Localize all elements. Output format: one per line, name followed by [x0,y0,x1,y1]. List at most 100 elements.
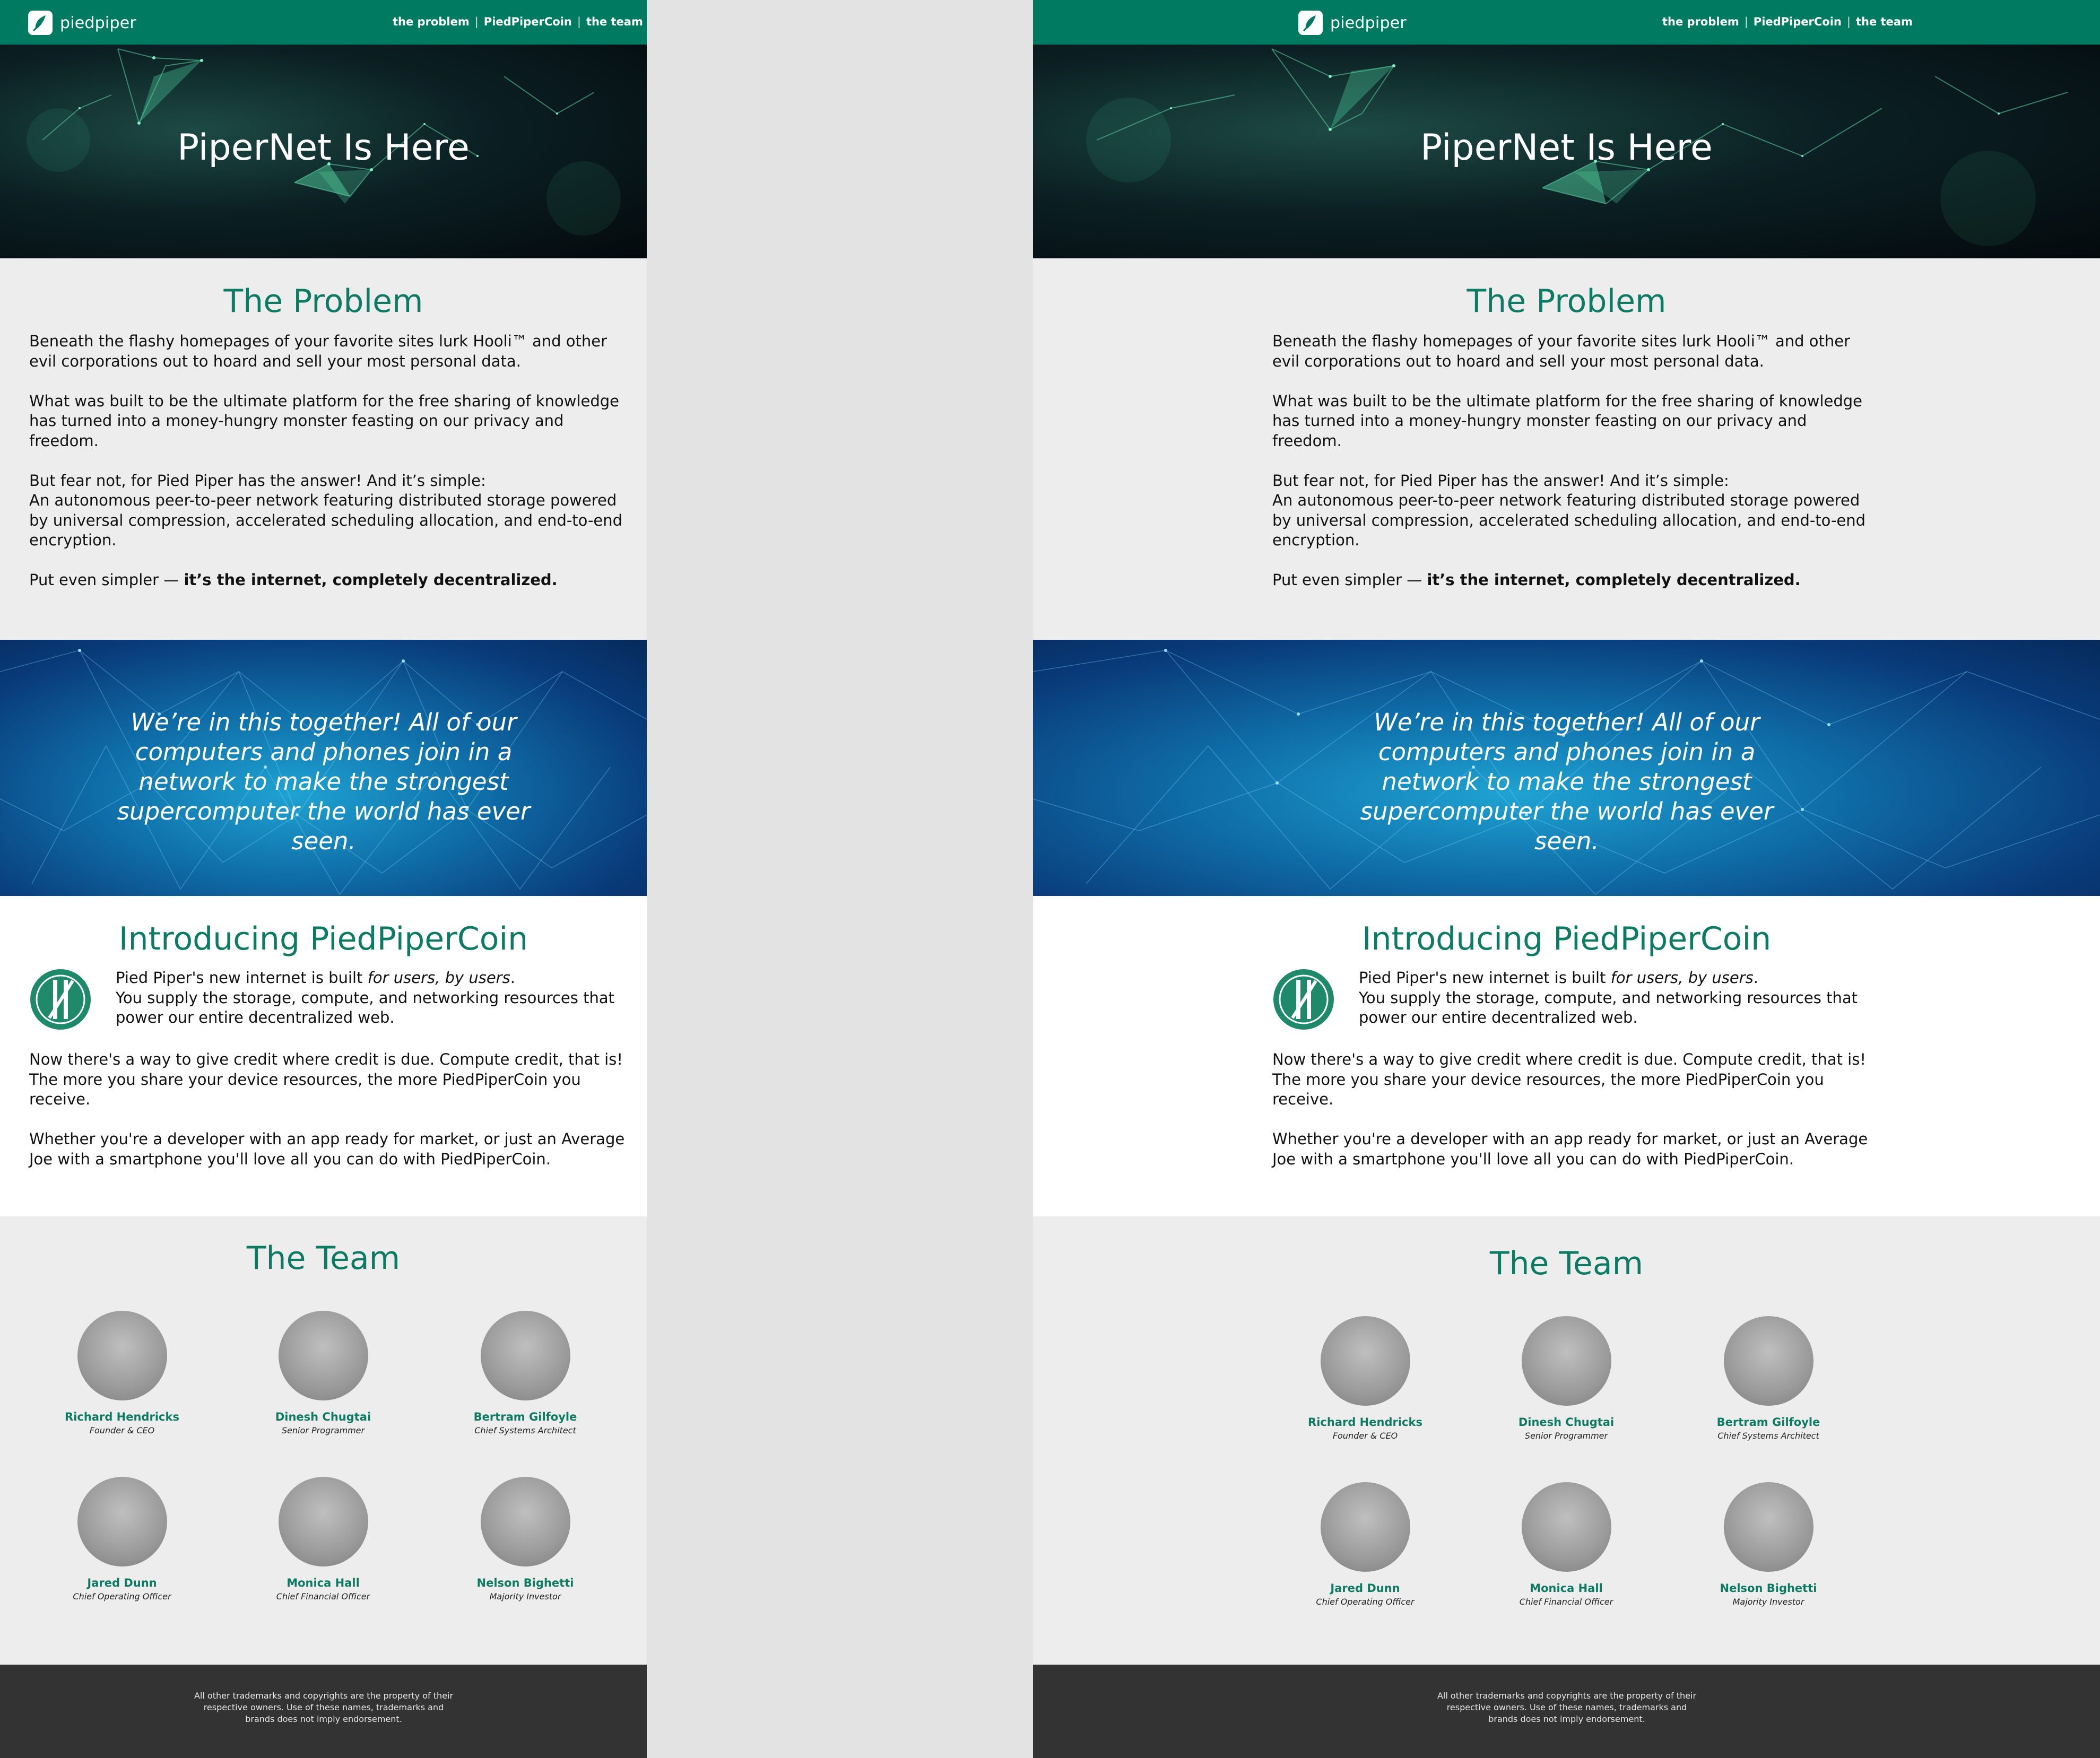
navbar: piedpiper the problem | PiedPiperCoin | … [0,0,647,45]
problem-paragraph: What was built to be the ultimate platfo… [1272,391,1862,450]
member-name: Dinesh Chugtai [1518,1416,1615,1429]
member-name: Jared Dunn [87,1577,157,1589]
coin-intro-suffix: . [1753,969,1758,987]
nav-link-problem[interactable]: the problem [393,15,470,28]
team-heading: The Team [1489,1245,1644,1282]
footer: All other trademarks and copyrights are … [0,1665,647,1758]
hero-banner: PiperNet Is Here [1033,45,2100,258]
member-role: Chief Systems Architect [474,1425,576,1435]
nav-link-coin[interactable]: PiedPiperCoin [484,15,572,28]
coin-intro-prefix: Pied Piper's new internet is built [116,969,368,987]
problem-answer-line: But fear not, for Pied Piper has the ans… [1272,471,1729,490]
avatar [278,1311,368,1400]
avatar [1723,1316,1813,1406]
coin-paragraph: Now there's a way to give credit where c… [29,1050,623,1108]
problem-paragraph: Beneath the flashy homepages of your fav… [1272,332,1851,370]
team-member-card: Dinesh Chugtai Senior Programmer [1487,1316,1646,1442]
team-member-card: Dinesh Chugtai Senior Programmer [244,1311,403,1437]
piedpiper-logo-icon [28,11,53,35]
problem-paragraph: Beneath the flashy homepages of your fav… [29,332,608,370]
nav-separator: | [577,15,581,28]
nav-link-team[interactable]: the team [586,15,643,28]
page-preview-left: piedpiper the problem | PiedPiperCoin | … [0,0,647,1758]
member-name: Richard Hendricks [1308,1416,1422,1429]
nav-separator: | [1846,15,1851,28]
team-member-card: Jared Dunn Chief Operating Officer [1286,1482,1445,1608]
member-name: Monica Hall [287,1577,360,1589]
quote-text: We’re in this together! All of our compu… [117,708,531,855]
member-role: Chief Financial Officer [1519,1597,1613,1607]
brand-logo[interactable]: piedpiper [28,11,136,35]
coin-body: Now there's a way to give credit where c… [1272,1050,1869,1169]
nav-link-coin[interactable]: PiedPiperCoin [1754,15,1842,28]
hero-title: PiperNet Is Here [1420,127,1713,169]
nav-links: the problem | PiedPiperCoin | the team [393,15,643,28]
team-section: The Team Richard Hendricks Founder & CEO… [0,1216,647,1665]
coin-paragraph: Whether you're a developer with an app r… [1272,1130,1868,1168]
coin-heading: Introducing PiedPiperCoin [118,920,528,958]
problem-section: The Problem Beneath the flashy homepages… [0,258,647,640]
team-member-card: Monica Hall Chief Financial Officer [1487,1482,1646,1608]
piedpipercoin-icon [30,969,91,1030]
avatar [1521,1316,1611,1406]
team-member-card: Richard Hendricks Founder & CEO [1286,1316,1445,1442]
member-name: Dinesh Chugtai [275,1411,371,1423]
avatar [278,1477,368,1566]
problem-simpler-bold: it’s the internet, completely decentrali… [1427,571,1801,589]
problem-answer-detail: An autonomous peer-to-peer network featu… [29,491,623,549]
problem-paragraph: But fear not, for Pied Piper has the ans… [29,471,626,551]
member-role: Founder & CEO [1332,1431,1398,1441]
brand-name: piedpiper [1330,13,1407,32]
team-member-card: Bertram Gilfoyle Chief Systems Architect [446,1311,605,1437]
team-member-card: Richard Hendricks Founder & CEO [42,1311,202,1437]
member-name: Richard Hendricks [65,1411,179,1423]
avatar [77,1311,167,1400]
nav-link-team[interactable]: the team [1856,15,1913,28]
team-member-card: Monica Hall Chief Financial Officer [244,1477,403,1603]
quote-banner: We’re in this together! All of our compu… [0,640,647,896]
team-member-card: Nelson Bighetti Majority Investor [1689,1482,1848,1608]
member-role: Senior Programmer [281,1425,365,1435]
coin-intro-prefix: Pied Piper's new internet is built [1359,969,1611,987]
avatar [1320,1316,1410,1406]
piedpipercoin-icon [1273,969,1334,1030]
nav-links: the problem | PiedPiperCoin | the team [1662,15,1913,28]
hero-title: PiperNet Is Here [177,127,470,169]
coin-intro-italic: for users, by users [1610,969,1754,987]
problem-paragraph: Put even simpler — it’s the internet, co… [29,570,626,590]
coin-section: Introducing PiedPiperCoin Pied Piper's n… [1033,896,2100,1216]
member-role: Chief Operating Officer [73,1591,171,1602]
member-role: Majority Investor [489,1591,561,1602]
member-role: Chief Systems Architect [1717,1431,1819,1441]
member-name: Nelson Bighetti [1720,1582,1817,1595]
brand-name: piedpiper [60,13,136,32]
coin-intro-detail: You supply the storage, compute, and net… [1359,988,1858,1027]
member-role: Founder & CEO [89,1425,155,1435]
footer-disclaimer: All other trademarks and copyrights are … [1437,1691,1697,1724]
problem-paragraph: Put even simpler — it’s the internet, co… [1272,570,1869,590]
member-name: Nelson Bighetti [476,1577,574,1589]
problem-simpler-bold: it’s the internet, completely decentrali… [184,571,558,589]
nav-separator: | [474,15,479,28]
member-role: Chief Operating Officer [1316,1597,1415,1607]
problem-answer-line: But fear not, for Pied Piper has the ans… [29,471,486,490]
member-role: Majority Investor [1732,1597,1804,1607]
problem-simpler-prefix: Put even simpler — [29,571,184,589]
problem-heading: The Problem [1466,283,1667,320]
quote-text: We’re in this together! All of our compu… [1360,708,1774,855]
team-member-card: Jared Dunn Chief Operating Officer [42,1477,202,1603]
footer-disclaimer: All other trademarks and copyrights are … [194,1691,454,1724]
coin-heading: Introducing PiedPiperCoin [1361,920,1772,958]
nav-link-problem[interactable]: the problem [1662,15,1739,28]
brand-logo[interactable]: piedpiper [1298,11,1407,35]
avatar [480,1311,570,1400]
problem-paragraph: What was built to be the ultimate platfo… [29,391,619,450]
quote-banner: We’re in this together! All of our compu… [1033,640,2100,896]
problem-answer-detail: An autonomous peer-to-peer network featu… [1272,491,1866,549]
team-member-card: Bertram Gilfoyle Chief Systems Architect [1689,1316,1848,1442]
member-name: Jared Dunn [1330,1582,1400,1595]
coin-intro-suffix: . [510,969,515,987]
piedpiper-logo-icon [1298,11,1323,35]
avatar [1521,1482,1611,1572]
coin-paragraph: Now there's a way to give credit where c… [1272,1050,1866,1108]
